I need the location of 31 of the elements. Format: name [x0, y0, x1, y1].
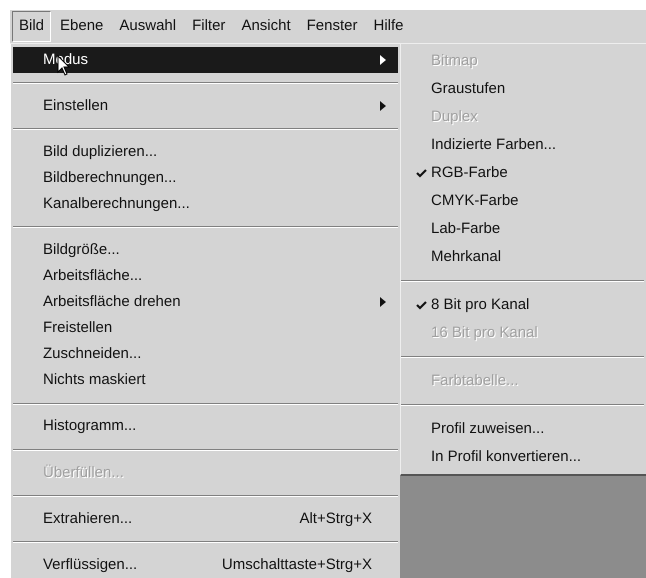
menu-item[interactable]: Bildgröße...: [13, 237, 398, 264]
menu-bar-item[interactable]: Hilfe: [366, 11, 411, 42]
submenu-item[interactable]: In Profil konvertieren...: [401, 443, 644, 471]
submenu-item[interactable]: Profil zuweisen...: [401, 415, 644, 443]
menu-bar-item[interactable]: Bild: [12, 11, 52, 42]
menu-item[interactable]: Histogramm...: [13, 414, 398, 440]
submenu-item[interactable]: Lab-Farbe: [401, 215, 644, 243]
menu-bar-item[interactable]: Ansicht: [234, 11, 298, 42]
menu-bar-item[interactable]: Ebene: [53, 11, 110, 42]
menu-item[interactable]: Kanalberechnungen...: [13, 191, 398, 218]
menu-item[interactable]: Einstellen: [13, 93, 398, 120]
submenu-item[interactable]: CMYK-Farbe: [401, 187, 644, 215]
submenu-item[interactable]: Graustufen: [401, 75, 644, 103]
menu-item[interactable]: Arbeitsfläche drehen: [13, 289, 398, 316]
menu-bar-item[interactable]: Auswahl: [112, 11, 184, 42]
submenu-item[interactable]: RGB-Farbe: [401, 159, 644, 187]
submenu-item[interactable]: 8 Bit pro Kanal: [401, 291, 644, 319]
menu-item[interactable]: Bildberechnungen...: [13, 165, 398, 192]
menu-item[interactable]: Zuschneiden...: [13, 342, 398, 368]
menu-item[interactable]: Bild duplizieren...: [13, 139, 398, 166]
checkmark-icon: [416, 300, 427, 310]
menu-item[interactable]: Extrahieren... Alt+Strg+X: [13, 506, 398, 532]
menu-item[interactable]: Freistellen: [13, 316, 398, 342]
menu-item[interactable]: Nichts maskiert: [13, 368, 398, 394]
submenu-item[interactable]: Mehrkanal: [401, 243, 644, 271]
menu-bar-item[interactable]: Filter: [185, 11, 232, 42]
menu-item[interactable]: Verflüssigen... Umschalttaste+Strg+X: [13, 552, 398, 578]
checkmark-icon: [416, 168, 427, 178]
menu-bar-item[interactable]: Fenster: [300, 11, 364, 42]
menu-item[interactable]: Arbeitsfläche...: [13, 263, 398, 290]
submenu-item[interactable]: Indizierte Farben...: [401, 131, 644, 159]
